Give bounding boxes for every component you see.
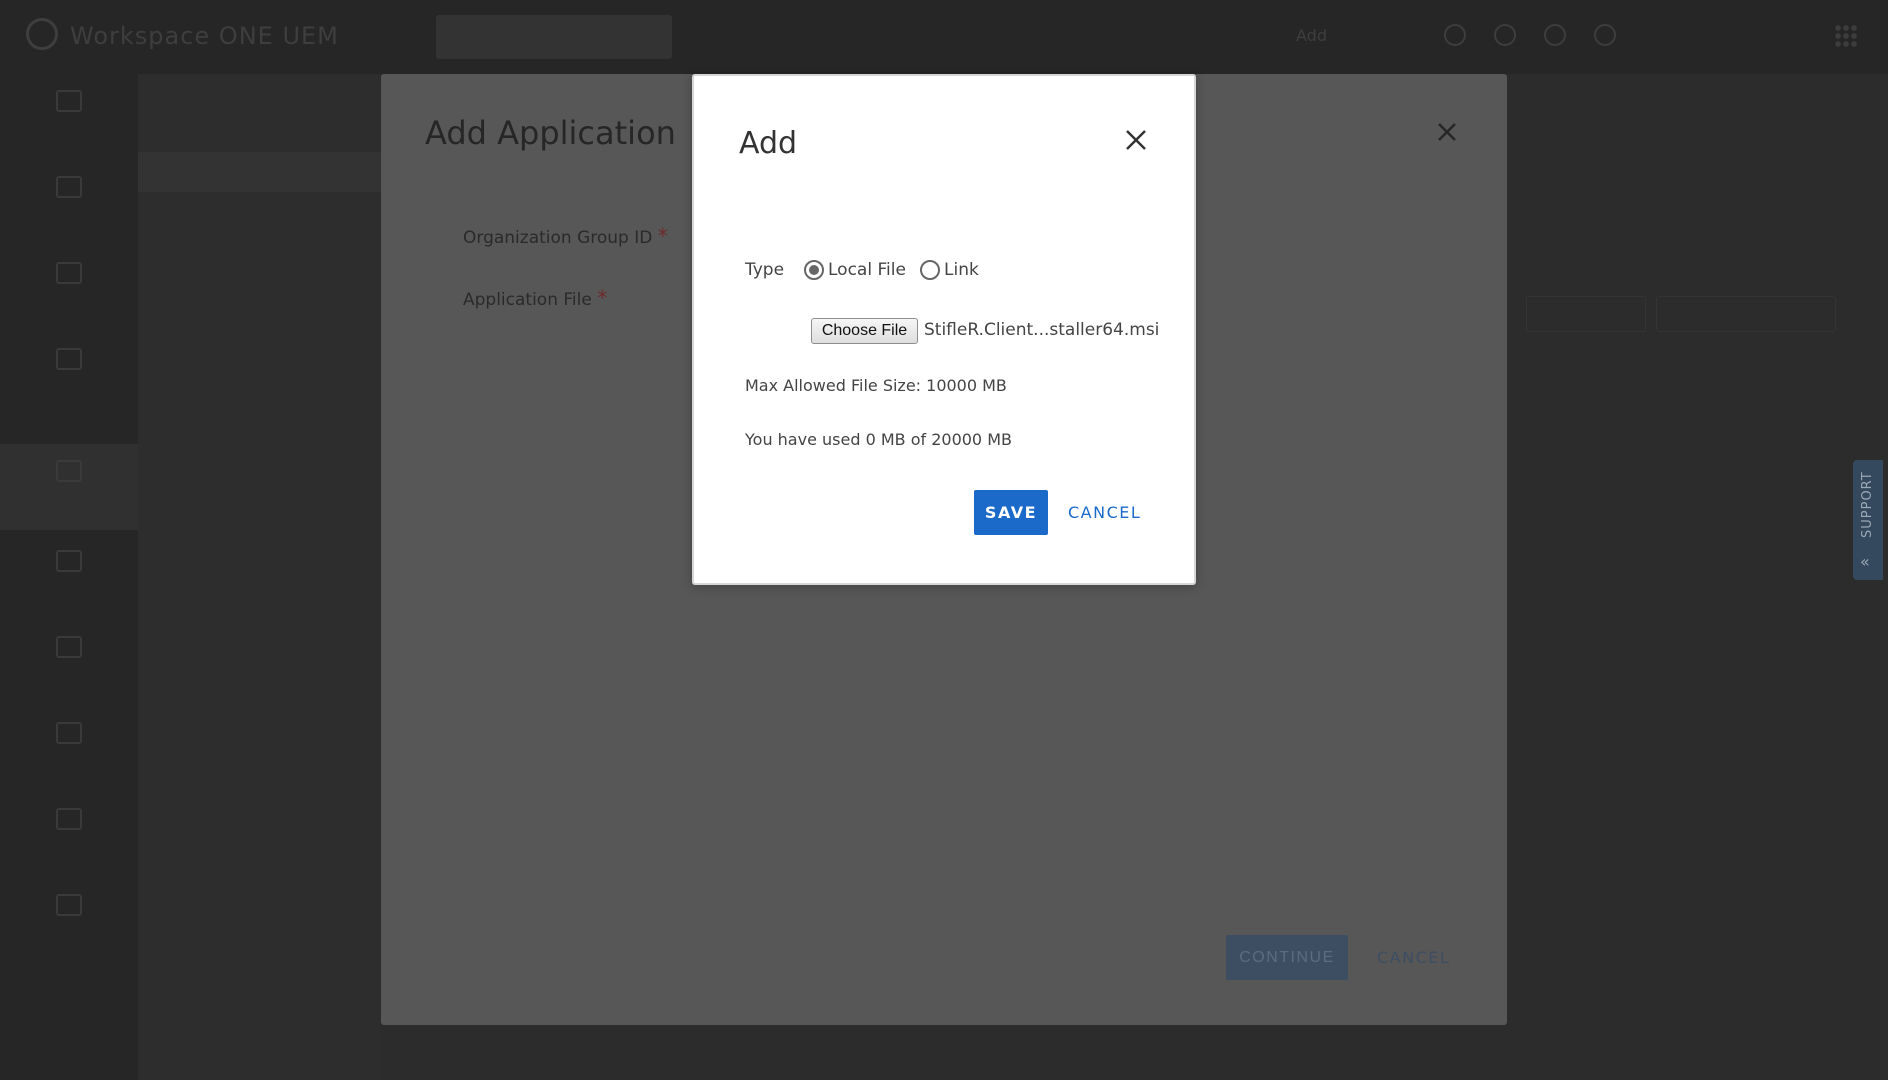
top-bar: Workspace ONE UEM Add	[0, 0, 1888, 74]
org-group-id-label: Organization Group ID *	[463, 224, 668, 248]
cancel-button[interactable]: CANCEL	[1068, 490, 1141, 535]
nav-icon	[56, 176, 82, 198]
chevron-double-up-icon: «	[1860, 552, 1870, 571]
app-title: Workspace ONE UEM	[70, 22, 339, 50]
nav-item[interactable]	[0, 332, 138, 418]
storage-usage-text: You have used 0 MB of 20000 MB	[745, 430, 1012, 449]
close-icon[interactable]	[1431, 116, 1463, 148]
modal-title: Add Application	[425, 114, 676, 152]
background-content	[1506, 74, 1888, 1080]
close-icon[interactable]	[1122, 126, 1150, 154]
background-button[interactable]	[1526, 296, 1646, 332]
grid-icon[interactable]	[1834, 24, 1858, 48]
nav-icon	[56, 808, 82, 830]
add-dialog: Add Type Local File Link Choose File Sti…	[692, 74, 1196, 585]
local-file-radio[interactable]: Local File	[804, 260, 906, 280]
nav-icon	[56, 348, 82, 370]
support-label: SUPPORT	[1860, 471, 1875, 538]
nav-item-active[interactable]	[0, 444, 138, 530]
radio-checked-icon[interactable]	[804, 260, 824, 280]
search-icon[interactable]	[1444, 24, 1466, 46]
support-tab[interactable]: SUPPORT «	[1853, 460, 1883, 580]
add-menu[interactable]: Add	[1296, 26, 1327, 45]
nav-icon	[56, 894, 82, 916]
application-file-text: Application File	[463, 290, 592, 310]
continue-button[interactable]: CONTINUE	[1226, 935, 1348, 980]
star-icon[interactable]	[1544, 24, 1566, 46]
logo-icon	[26, 18, 58, 50]
background-search[interactable]	[1656, 296, 1836, 332]
required-mark: *	[657, 224, 668, 248]
organization-group-select[interactable]	[436, 15, 672, 59]
nav-item[interactable]	[0, 246, 138, 332]
max-file-size-text: Max Allowed File Size: 10000 MB	[745, 376, 1007, 395]
sub-nav	[138, 74, 382, 1080]
org-group-id-text: Organization Group ID	[463, 228, 653, 248]
required-mark: *	[597, 286, 608, 310]
type-label: Type	[745, 260, 785, 280]
nav-item[interactable]	[0, 620, 138, 706]
nav-icon	[56, 262, 82, 284]
nav-item[interactable]	[0, 74, 138, 160]
sub-nav-active-highlight	[138, 152, 382, 192]
nav-item[interactable]	[0, 160, 138, 246]
radio-unchecked-icon[interactable]	[920, 260, 940, 280]
nav-icon	[56, 90, 82, 112]
nav-item[interactable]	[0, 792, 138, 878]
help-icon[interactable]	[1594, 24, 1616, 46]
local-file-label: Local File	[828, 260, 906, 280]
nav-icon	[56, 636, 82, 658]
save-button[interactable]: SAVE	[974, 490, 1048, 535]
application-file-label: Application File *	[463, 286, 607, 310]
left-nav	[0, 74, 138, 1080]
nav-icon	[56, 460, 82, 482]
nav-icon	[56, 722, 82, 744]
link-radio[interactable]: Link	[920, 260, 979, 280]
dialog-title: Add	[739, 126, 798, 161]
cancel-button[interactable]: CANCEL	[1377, 935, 1450, 980]
notifications-icon[interactable]	[1494, 24, 1516, 46]
link-label: Link	[944, 260, 979, 280]
nav-item[interactable]	[0, 878, 138, 964]
nav-item[interactable]	[0, 534, 138, 620]
nav-icon	[56, 550, 82, 572]
nav-item[interactable]	[0, 706, 138, 792]
choose-file-button[interactable]: Choose File	[811, 318, 918, 344]
selected-file-name: StifleR.Client...staller64.msi	[924, 320, 1160, 340]
